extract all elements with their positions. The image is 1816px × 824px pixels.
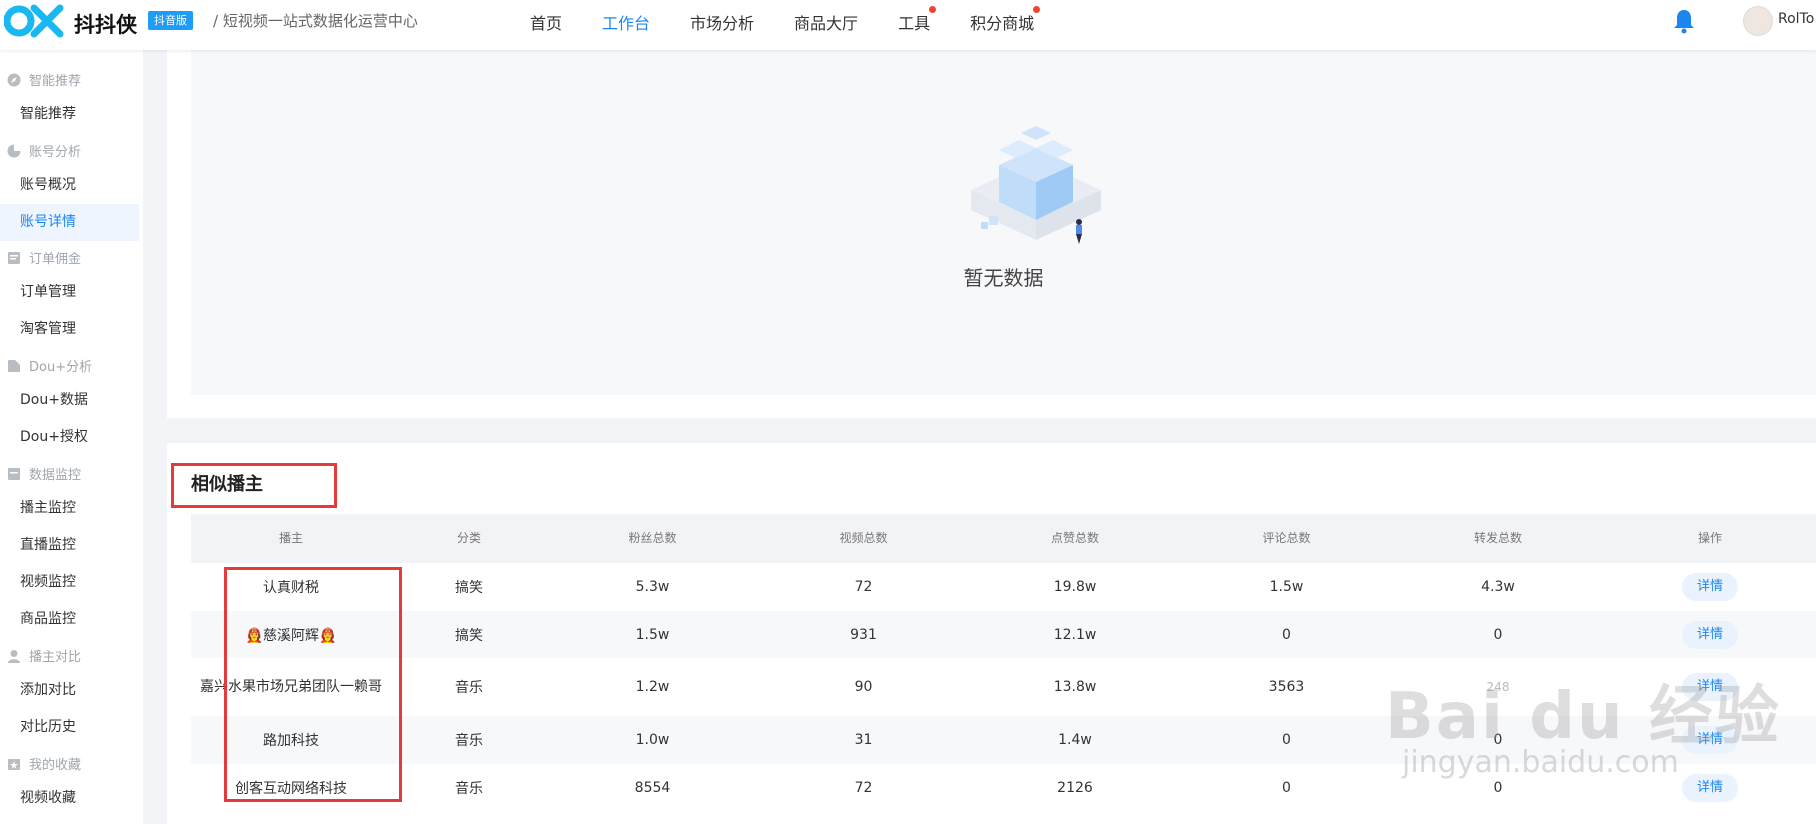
column-header-action: 操作: [1697, 531, 1722, 545]
detail-panel: 暂无数据: [167, 50, 1816, 418]
comments-cell: 0: [1282, 626, 1291, 643]
videos-cell: 72: [854, 780, 873, 796]
videos-cell: 31: [854, 732, 873, 748]
shares-cell: 0: [1493, 626, 1503, 643]
brand-name[interactable]: 抖抖侠: [74, 9, 137, 39]
fans-cell: 5.3w: [635, 579, 670, 595]
sidebar-item-order-management[interactable]: 订单管理: [0, 274, 139, 311]
watermark-url: jingyan.baidu.com: [1402, 745, 1679, 780]
sidebar-group-data-monitor: 数据监控: [7, 464, 81, 483]
sidebar-item-dou-data[interactable]: Dou+数据: [0, 382, 139, 419]
category-cell: 音乐: [455, 680, 483, 696]
nav-market-analysis[interactable]: 市场分析: [690, 10, 754, 34]
videos-cell: 72: [854, 579, 873, 595]
avatar[interactable]: [1743, 6, 1773, 36]
sidebar-item-add-compare[interactable]: 添加对比: [0, 672, 139, 709]
sidebar-group-dou-analysis: Dou+分析: [7, 356, 92, 375]
videos-cell: 90: [854, 679, 873, 695]
notification-dot: [929, 6, 937, 13]
comments-cell: 3563: [1268, 679, 1305, 695]
logo-icon[interactable]: [4, 2, 66, 40]
pie-chart-icon: [7, 144, 21, 157]
action-cell: 详情: [1604, 611, 1816, 658]
sidebar-item-anchor-monitor[interactable]: 播主监控: [0, 490, 139, 527]
sidebar-item-video-monitor[interactable]: 视频监控: [0, 564, 139, 601]
fans-cell: 1.5w: [635, 626, 670, 643]
sidebar-item-product-monitor[interactable]: 商品监控: [0, 601, 139, 638]
username[interactable]: RolTo: [1778, 11, 1814, 27]
sidebar: 智能推荐 智能推荐 账号分析 账号概况 账号详情 订单佣金 订单管理 淘客管理 …: [0, 50, 143, 824]
table-header: 播主 分类 粉丝总数 视频总数 点赞总数 评论总数 转发总数 操作: [191, 514, 1816, 563]
bell-icon[interactable]: [1672, 8, 1696, 34]
fans-cell: 1.2w: [635, 679, 670, 695]
bookmark-icon: [8, 359, 20, 372]
fans-cell: 8554: [634, 780, 671, 796]
monitor-icon: [8, 467, 20, 480]
nav-tools[interactable]: 工具: [898, 6, 937, 34]
column-header-fans: 粉丝总数: [628, 531, 677, 545]
sidebar-item-taoke-management[interactable]: 淘客管理: [0, 311, 139, 348]
detail-button[interactable]: 详情: [1682, 573, 1738, 601]
notification-dot: [1033, 6, 1041, 13]
sidebar-group-smart-recommend: 智能推荐: [7, 70, 81, 89]
highlight-names-box: [224, 567, 402, 802]
platform-badge: 抖音版: [148, 11, 193, 30]
tagline: / 短视频一站式数据化运营中心: [213, 12, 418, 30]
likes-cell: 1.4w: [1058, 732, 1092, 748]
action-cell: 详情: [1604, 563, 1816, 611]
watermark-logo: Bai du 经验: [1385, 680, 1781, 754]
sidebar-group-account-analysis: 账号分析: [7, 141, 81, 160]
sidebar-item-live-monitor[interactable]: 直播监控: [0, 527, 139, 564]
detail-button[interactable]: 详情: [1682, 620, 1738, 649]
empty-message: 暂无数据: [963, 266, 1044, 290]
shares-cell: 4.3w: [1481, 579, 1515, 595]
category-cell: 搞笑: [455, 580, 483, 596]
comments-cell: 1.5w: [1269, 579, 1304, 595]
category-cell: 音乐: [455, 733, 483, 749]
videos-cell: 931: [850, 626, 877, 643]
compass-icon: [7, 73, 21, 86]
sidebar-item-account-detail[interactable]: 账号详情: [0, 204, 139, 241]
column-header-videos: 视频总数: [839, 531, 888, 545]
detail-button[interactable]: 详情: [1682, 774, 1738, 802]
fans-cell: 1.0w: [635, 732, 670, 748]
likes-cell: 19.8w: [1053, 579, 1097, 595]
table-row: 认真财税 搞笑 5.3w 72 19.8w 1.5w 4.3w 详情: [191, 563, 1816, 611]
order-icon: [8, 251, 20, 264]
likes-cell: 12.1w: [1053, 626, 1097, 643]
sidebar-item-dou-authorize[interactable]: Dou+授权: [0, 419, 139, 456]
column-header-likes: 点赞总数: [1050, 531, 1099, 545]
nav-points-mall[interactable]: 积分商城: [970, 6, 1041, 34]
table-row: 👩‍🚒慈溪阿辉👩‍🚒 搞笑 1.5w 931 12.1w 0 0 详情: [191, 611, 1816, 658]
empty-state: 暂无数据: [191, 50, 1816, 395]
sidebar-group-order-commission: 订单佣金: [7, 248, 81, 267]
sidebar-item-compare-history[interactable]: 对比历史: [0, 709, 139, 746]
column-header-category: 分类: [456, 531, 481, 545]
user-icon: [8, 649, 20, 663]
sidebar-group-anchor-compare: 播主对比: [7, 646, 81, 665]
column-header-shares: 转发总数: [1473, 531, 1522, 545]
category-cell: 音乐: [455, 781, 483, 797]
likes-cell: 13.8w: [1053, 679, 1097, 695]
nav-product-hall[interactable]: 商品大厅: [794, 10, 858, 34]
category-cell: 搞笑: [455, 627, 483, 644]
highlight-title-box: [171, 463, 337, 508]
nav-home[interactable]: 首页: [530, 10, 562, 34]
top-header: 抖抖侠 抖音版 / 短视频一站式数据化运营中心 首页 工作台 市场分析 商品大厅…: [0, 0, 1816, 50]
sidebar-item-smart-recommend[interactable]: 智能推荐: [0, 96, 139, 133]
likes-cell: 2126: [1057, 780, 1093, 796]
comments-cell: 0: [1282, 780, 1291, 796]
comments-cell: 0: [1282, 732, 1291, 748]
nav-workbench[interactable]: 工作台: [602, 10, 650, 34]
main-nav: 首页 工作台 市场分析 商品大厅 工具 积分商城: [530, 6, 1074, 34]
sidebar-item-account-overview[interactable]: 账号概况: [0, 167, 139, 204]
column-header-anchor: 播主: [278, 531, 303, 545]
column-header-comments: 评论总数: [1262, 531, 1311, 545]
sidebar-group-my-favorites: 我的收藏: [7, 754, 81, 773]
sidebar-item-video-favorites[interactable]: 视频收藏: [0, 780, 139, 817]
empty-box-illustration: [971, 126, 1101, 244]
star-folder-icon: [8, 758, 20, 770]
